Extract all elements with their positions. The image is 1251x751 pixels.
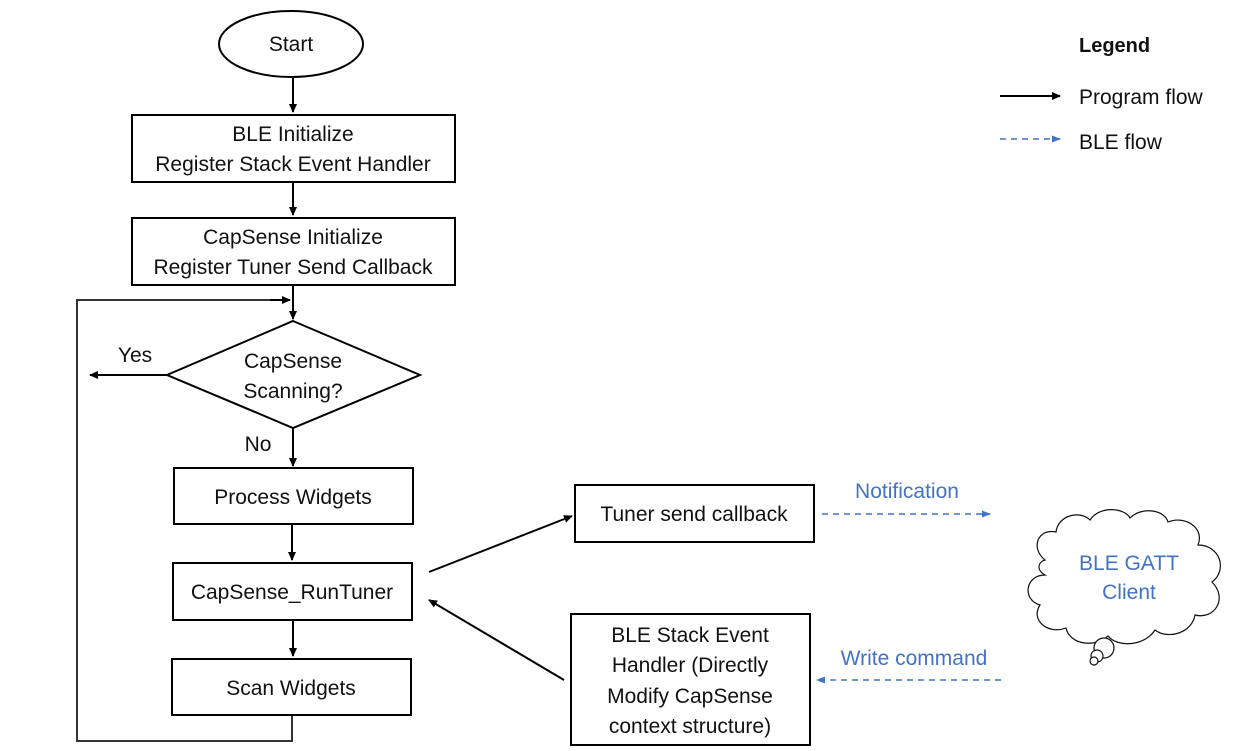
start-node: Start (218, 10, 364, 78)
legend-program-flow-label: Program flow (1079, 86, 1204, 109)
decision-node: CapSense Scanning? (164, 319, 423, 430)
legend: Legend Program flow BLE flow (1000, 35, 1204, 154)
arrow-runtuner-to-tuner-send (428, 515, 573, 573)
capsense-init-line1: CapSense Initialize (203, 226, 383, 249)
scan-widgets-node: Scan Widgets (171, 658, 412, 716)
process-widgets-node: Process Widgets (173, 467, 414, 525)
run-tuner-label: CapSense_RunTuner (191, 581, 393, 604)
ble-handler-node: BLE Stack Event Handler (Directly Modify… (570, 613, 811, 746)
flowchart-canvas: Start BLE Initialize Register Stack Even… (76, 10, 1221, 746)
tuner-send-node: Tuner send callback (574, 484, 815, 543)
capsense-init-node: CapSense Initialize Register Tuner Send … (131, 217, 456, 286)
legend-title: Legend (1079, 35, 1150, 57)
gatt-client-line1: BLE GATT (1079, 552, 1179, 575)
ble-handler-line4: context structure) (609, 715, 771, 738)
legend-ble-flow-label: BLE flow (1079, 131, 1163, 154)
ble-init-node: BLE Initialize Register Stack Event Hand… (131, 114, 456, 183)
ble-handler-line1: BLE Stack Event (611, 624, 769, 647)
gatt-client-cloud: BLE GATT Client (1027, 509, 1221, 666)
start-label: Start (269, 33, 314, 56)
scan-widgets-label: Scan Widgets (226, 677, 356, 700)
cloud-shape (1027, 509, 1221, 645)
process-widgets-label: Process Widgets (214, 486, 372, 509)
ble-handler-line2: Handler (Directly (612, 654, 769, 677)
ble-init-line2: Register Stack Event Handler (155, 153, 430, 176)
write-command-label: Write command (841, 647, 988, 670)
run-tuner-node: CapSense_RunTuner (172, 562, 413, 621)
arrow-ble-handler-to-runtuner (428, 599, 565, 681)
notification-label: Notification (855, 480, 959, 503)
gatt-client-line2: Client (1102, 581, 1156, 604)
cloud-bubble-small (1089, 656, 1099, 666)
decision-line1: CapSense (244, 350, 342, 373)
no-label: No (245, 433, 272, 456)
ble-init-line1: BLE Initialize (232, 123, 353, 146)
decision-line2: Scanning? (243, 380, 342, 403)
ble-handler-line3: Modify CapSense (607, 685, 773, 708)
yes-label: Yes (118, 344, 152, 367)
capsense-init-line2: Register Tuner Send Callback (154, 256, 433, 279)
tuner-send-label: Tuner send callback (600, 503, 788, 526)
